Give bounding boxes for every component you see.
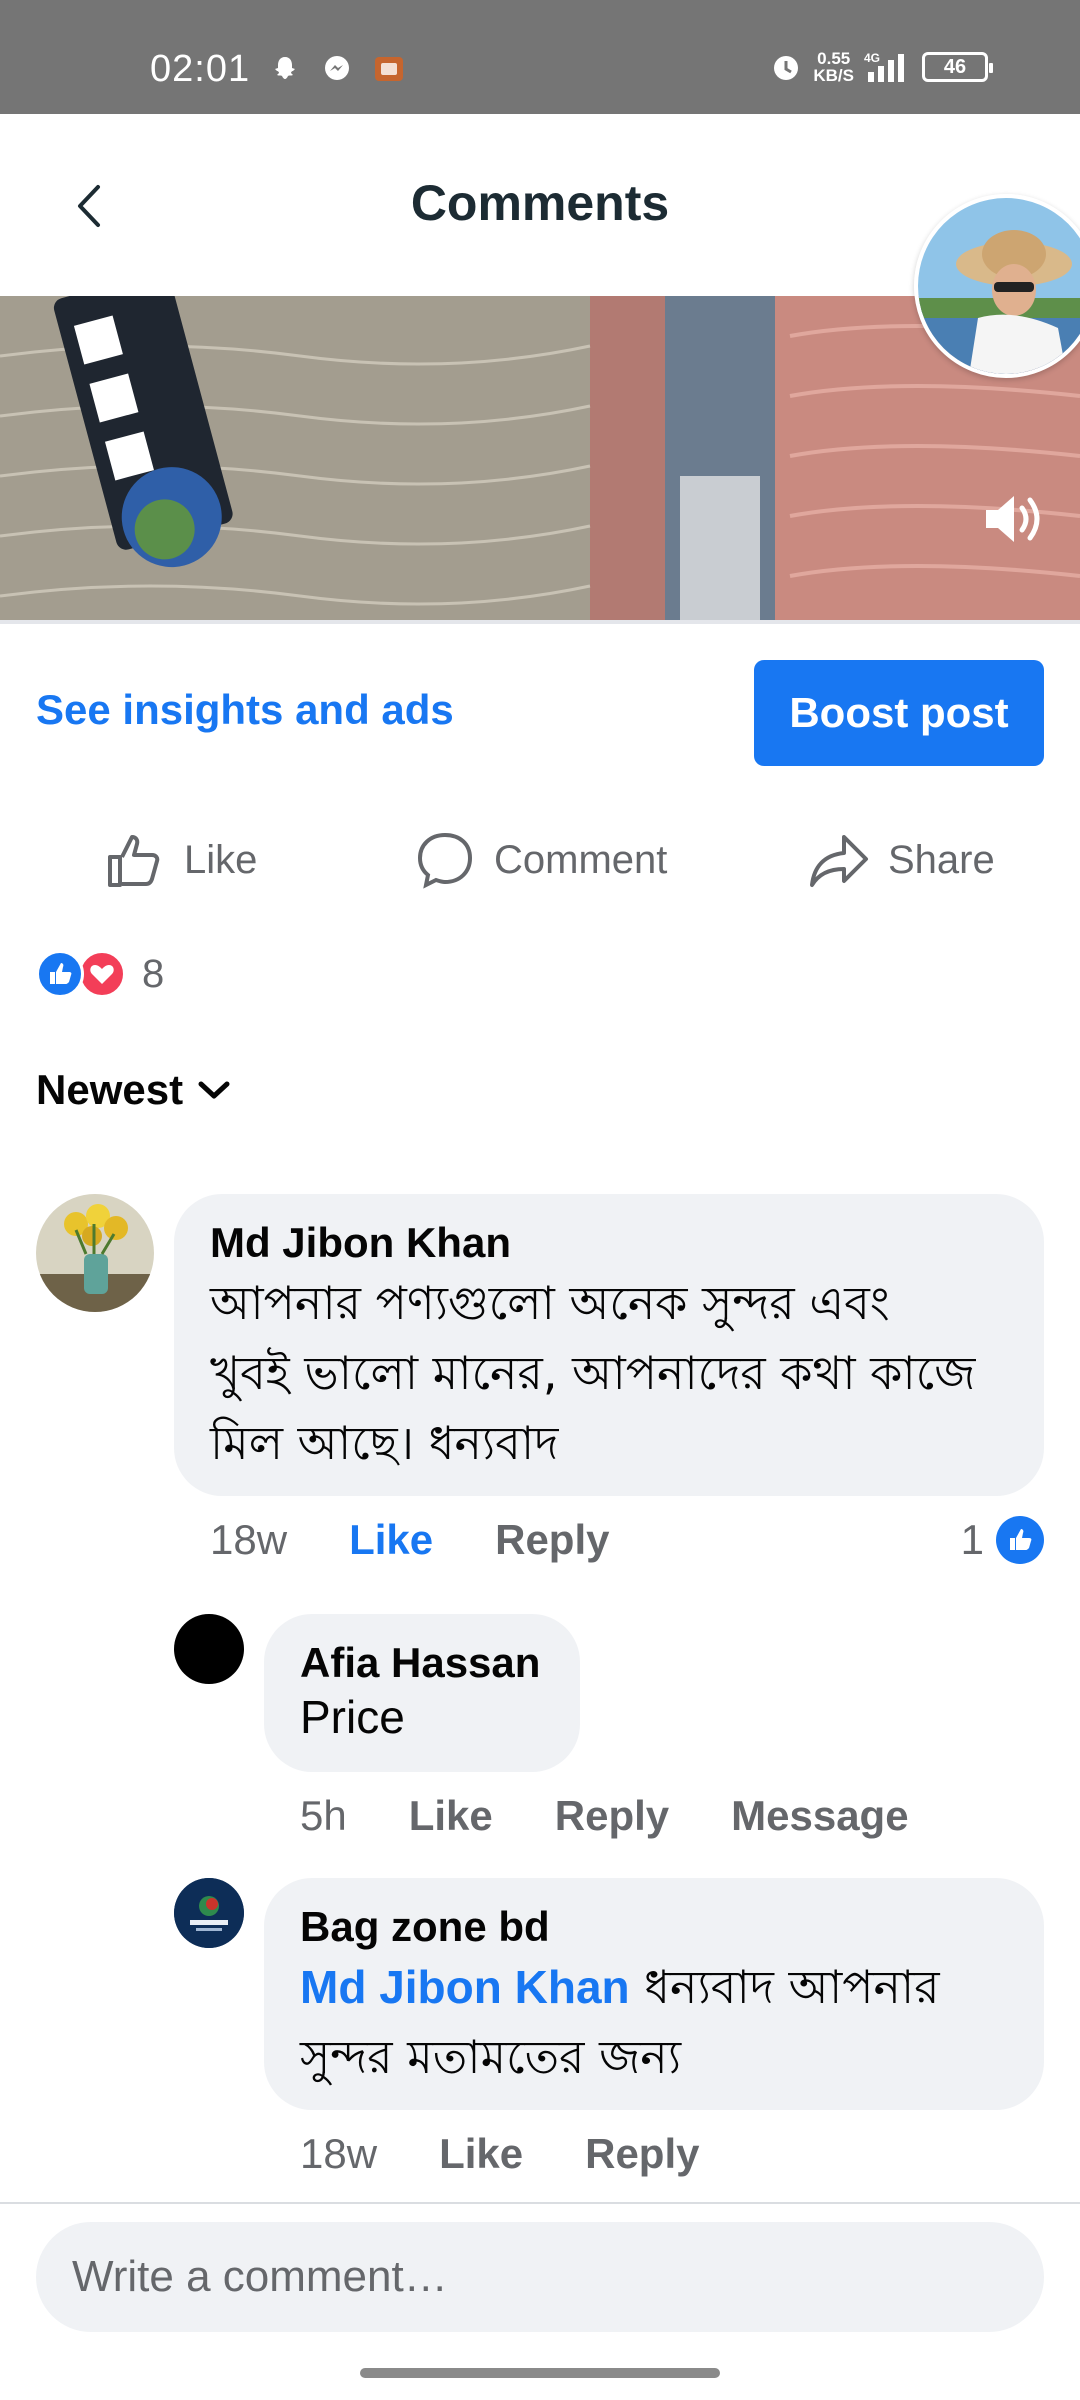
reply-author[interactable]: Bag zone bd: [300, 1902, 1008, 1952]
comment-like-count-value: 1: [960, 1516, 984, 1563]
comment-author[interactable]: Md Jibon Khan: [210, 1218, 1008, 1268]
avatar-photo: [36, 1194, 154, 1312]
app-icon: [372, 52, 406, 86]
comment-button[interactable]: Comment: [414, 820, 667, 900]
comment-icon: [417, 832, 473, 889]
love-reaction-icon: [78, 950, 126, 998]
comment-bubble[interactable]: Md Jibon Khan আপনার পণ্যগুলো অনেক সুন্দর…: [174, 1194, 1044, 1496]
reactions-summary[interactable]: 8: [36, 950, 164, 998]
avatar[interactable]: [174, 1614, 244, 1684]
comment-text-line: মিল আছে। ধন্যবাদ: [210, 1416, 559, 1470]
boost-post-button[interactable]: Boost post: [754, 660, 1044, 766]
battery-indicator: 46: [922, 52, 993, 82]
reply-actions: 18w Like Reply: [300, 2130, 761, 2178]
comment-text-line: আপনার পণ্যগুলো অনেক সুন্দর এবং: [210, 1276, 890, 1330]
alarm-icon: [769, 50, 803, 84]
avatar[interactable]: [36, 1194, 154, 1312]
reply-time: 18w: [300, 2130, 378, 2177]
reply-bubble[interactable]: Bag zone bd Md Jibon Khan ধন্যবাদ আপনার …: [264, 1878, 1044, 2110]
reply-text-line: সুন্দর মতামতের জন্য: [300, 2030, 682, 2084]
video-frame: [0, 296, 1080, 620]
home-indicator[interactable]: [360, 2368, 720, 2378]
reply-text: Price: [300, 1691, 405, 1743]
brand-logo: [174, 1878, 244, 1948]
notification-icons: [268, 52, 406, 86]
reply-reply-button[interactable]: Reply: [555, 1792, 669, 1840]
reply-message-button[interactable]: Message: [731, 1792, 908, 1840]
snapchat-icon: [268, 52, 302, 86]
volume-button[interactable]: [978, 486, 1044, 552]
comment-like-button[interactable]: Like: [349, 1516, 433, 1564]
sort-label: Newest: [36, 1066, 184, 1113]
share-label: Share: [888, 837, 995, 882]
share-button[interactable]: Share: [808, 820, 995, 900]
comment-text-line: খুবই ভালো মানের, আপনাদের কথা কাজে: [210, 1346, 976, 1400]
reaction-count: 8: [142, 951, 165, 996]
volume-icon: [986, 496, 1040, 542]
video-divider: [0, 620, 1080, 624]
composer-divider: [0, 2202, 1080, 2204]
thumbs-up-icon: [108, 835, 160, 887]
like-reaction-icon: [36, 950, 84, 998]
signal-icon: 4G: [864, 50, 912, 84]
comment-text: আপনার পণ্যগুলো অনেক সুন্দর এবং খুবই ভালো…: [210, 1268, 1008, 1478]
reply-actions: 5h Like Reply Message: [300, 1792, 971, 1840]
status-time: 02:01: [150, 48, 251, 90]
sort-dropdown[interactable]: Newest: [36, 1066, 231, 1114]
reply-text-line: Md Jibon Khan ধন্যবাদ আপনার: [300, 1952, 1008, 2022]
reply-author[interactable]: Afia Hassan: [300, 1638, 544, 1688]
system-icons: 0.55 KB/S 4G 46: [769, 50, 993, 84]
status-bar: 02:01 0.55 KB/S 4G 46: [0, 0, 1080, 114]
messenger-icon: [320, 52, 354, 86]
profile-photo: [918, 198, 1080, 374]
like-reaction-icon: [996, 1516, 1044, 1564]
post-video[interactable]: [0, 296, 1080, 620]
reply-reply-button[interactable]: Reply: [585, 2130, 699, 2178]
see-insights-link[interactable]: See insights and ads: [36, 686, 454, 734]
reply-time: 5h: [300, 1792, 347, 1839]
page-title: Comments: [410, 175, 670, 231]
comment-reply-button[interactable]: Reply: [495, 1516, 609, 1564]
reply-text-segment: ধন্যবাদ আপনার: [644, 1960, 940, 2014]
chevron-down-icon: [198, 1081, 230, 1099]
comment-label: Comment: [494, 837, 668, 882]
comment-input[interactable]: Write a comment…: [36, 2222, 1044, 2332]
like-button[interactable]: Like: [104, 820, 257, 900]
network-type: 4G: [864, 51, 880, 65]
reply-text: Md Jibon Khan ধন্যবাদ আপনার সুন্দর মতামত…: [300, 1952, 1008, 2092]
avatar[interactable]: [174, 1878, 244, 1948]
comment-like-count[interactable]: 1: [961, 1516, 1044, 1564]
network-speed-value: 0.55: [817, 49, 851, 68]
share-icon: [810, 835, 868, 887]
like-label: Like: [184, 837, 258, 882]
network-speed: 0.55 KB/S: [813, 50, 854, 84]
reply-like-button[interactable]: Like: [409, 1792, 493, 1840]
comment-time: 18w: [210, 1516, 288, 1563]
network-speed-unit: KB/S: [813, 66, 854, 85]
reply-bubble[interactable]: Afia Hassan Price: [264, 1614, 580, 1772]
mention-link[interactable]: Md Jibon Khan: [300, 1961, 630, 2013]
comment-actions: 18w Like Reply: [210, 1516, 671, 1564]
reply-like-button[interactable]: Like: [439, 2130, 523, 2178]
